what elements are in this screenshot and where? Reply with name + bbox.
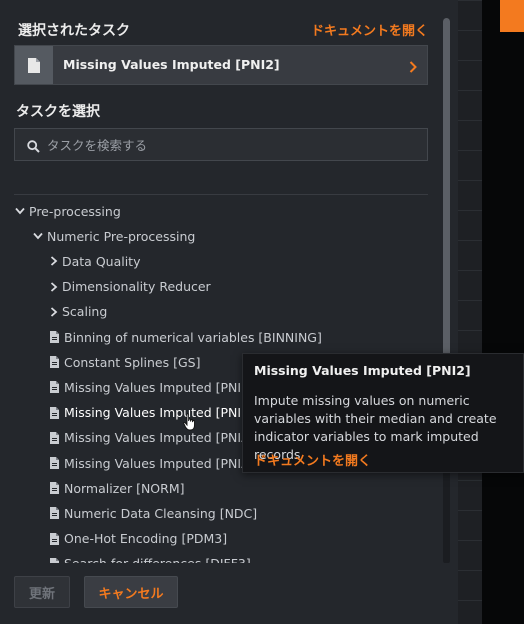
- tree-task[interactable]: Normalizer [NORM]: [50, 477, 184, 499]
- tree-item-label: Binning of numerical variables [BINNING]: [64, 329, 322, 345]
- file-icon: [50, 532, 59, 545]
- canvas-edge: [482, 0, 524, 624]
- tree-folder[interactable]: Numeric Pre-processing: [33, 225, 195, 247]
- file-icon: [50, 457, 59, 469]
- tree-item-label: Pre-processing: [29, 203, 121, 219]
- tree-item-label: Missing Values Imputed [PNI2]: [64, 405, 254, 421]
- tree-task[interactable]: Binning of numerical variables [BINNING]: [50, 326, 322, 348]
- tree-item-label: Search for differences [DIFF3]: [64, 556, 251, 563]
- file-icon: [50, 356, 59, 369]
- tree-item-label: Missing Values Imputed [PNIA4T]: [64, 455, 271, 471]
- footer: 更新 キャンセル: [0, 563, 458, 624]
- tree-item-label: One-Hot Encoding [PDM3]: [64, 531, 228, 547]
- file-icon: [50, 482, 59, 495]
- file-icon: [50, 431, 59, 444]
- tree-item-label: Constant Splines [GS]: [64, 354, 201, 370]
- chevron-down-icon: [15, 207, 25, 215]
- divider: [14, 194, 428, 195]
- tooltip-open-docs-link[interactable]: ドキュメントを開く: [254, 450, 371, 469]
- chevron-right-icon: [50, 281, 58, 292]
- tree-task[interactable]: Search for differences [DIFF3]: [50, 553, 251, 563]
- file-icon: [15, 46, 53, 84]
- tree-task[interactable]: Missing Values Imputed [PNI2]: [50, 402, 254, 424]
- chevron-down-icon: [33, 232, 43, 240]
- file-icon: [50, 406, 59, 419]
- tree-item-label: Missing Values Imputed [PNIA4]: [64, 430, 263, 446]
- accent-block: [500, 0, 524, 32]
- tree-item-label: Numeric Data Cleansing [NDC]: [64, 505, 258, 521]
- cancel-button[interactable]: キャンセル: [84, 576, 178, 608]
- scrollbar-thumb[interactable]: [443, 18, 450, 378]
- selected-task-card[interactable]: Missing Values Imputed [PNI2]: [14, 45, 428, 85]
- task-selector-panel: 選択されたタスク ドキュメントを開く Missing Values Impute…: [0, 0, 458, 624]
- tree-task[interactable]: Missing Values Imputed [PNI]: [50, 376, 246, 398]
- file-icon: [50, 331, 59, 343]
- tree-task[interactable]: Numeric Data Cleansing [NDC]: [50, 502, 257, 524]
- choose-task-heading: タスクを選択: [16, 104, 100, 120]
- hand-cursor-icon: [183, 413, 197, 435]
- tree-folder[interactable]: Data Quality: [50, 250, 141, 272]
- tree-item-label: Scaling: [62, 304, 108, 320]
- open-docs-link[interactable]: ドキュメントを開く: [311, 20, 428, 39]
- tree-item-label: Normalizer [NORM]: [64, 480, 185, 496]
- tree-task[interactable]: Constant Splines [GS]: [50, 351, 200, 373]
- tree-folder[interactable]: Pre-processing: [15, 200, 121, 222]
- scrollbar[interactable]: [443, 18, 450, 564]
- tree-task[interactable]: Missing Values Imputed [PNIA4]: [50, 427, 262, 449]
- file-icon: [50, 381, 59, 394]
- task-search-input[interactable]: [45, 129, 419, 162]
- tree-item-label: Numeric Pre-processing: [47, 228, 196, 244]
- tree-task[interactable]: One-Hot Encoding [PDM3]: [50, 528, 227, 550]
- chevron-right-icon: [50, 256, 58, 267]
- tree-item-label: Dimensionality Reducer: [62, 279, 211, 295]
- tree-item-label: Data Quality: [62, 253, 141, 269]
- tree-folder[interactable]: Dimensionality Reducer: [50, 276, 211, 298]
- file-icon: [50, 507, 59, 520]
- tooltip-title: Missing Values Imputed [PNI2]: [254, 363, 471, 378]
- update-button[interactable]: 更新: [14, 576, 70, 608]
- task-tooltip: Missing Values Imputed [PNI2] Impute mis…: [242, 353, 524, 473]
- selected-task-name: Missing Values Imputed [PNI2]: [63, 57, 280, 72]
- chevron-right-icon: [50, 307, 58, 317]
- chevron-right-icon: [409, 58, 417, 77]
- search-icon: [27, 138, 40, 157]
- task-search-box[interactable]: [14, 128, 428, 162]
- tree-task[interactable]: Missing Values Imputed [PNIA4T]: [50, 452, 270, 474]
- tree-item-label: Missing Values Imputed [PNI]: [64, 379, 246, 395]
- tree-folder[interactable]: Scaling: [50, 301, 107, 323]
- selected-task-heading: 選択されたタスク: [18, 23, 130, 39]
